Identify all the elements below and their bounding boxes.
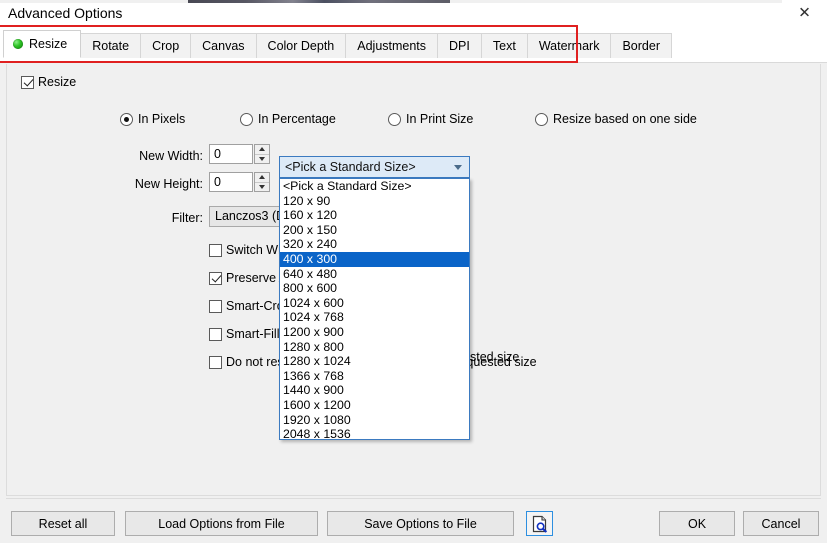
tab-text[interactable]: Text — [480, 33, 528, 58]
filter-label: Filter: — [171, 211, 203, 225]
new-width-label: New Width: — [139, 149, 203, 163]
dropdown-option[interactable]: 1024 x 768 — [280, 310, 469, 325]
tab-dpi[interactable]: DPI — [437, 33, 482, 58]
resize-enable-checkbox[interactable]: Resize — [21, 75, 76, 89]
stepper-up-icon[interactable] — [255, 145, 269, 155]
radio-circle-icon — [388, 112, 401, 126]
radio-in-percentage[interactable]: In Percentage — [240, 112, 336, 126]
page-title: Advanced Options — [8, 5, 123, 21]
standard-size-dropdown-list[interactable]: <Pick a Standard Size> 120 x 90 160 x 120 2… — [279, 178, 470, 440]
ok-button[interactable]: OK — [659, 511, 735, 536]
tab-label: Canvas — [202, 39, 245, 53]
tab-label: Color Depth — [267, 39, 335, 53]
tab-resize[interactable]: Resize — [3, 30, 82, 58]
radio-in-percentage-label: In Percentage — [258, 112, 336, 126]
tab-rotate[interactable]: Rotate — [80, 33, 142, 58]
tab-label: DPI — [449, 39, 470, 53]
new-height-input[interactable]: 0 — [209, 172, 253, 192]
tab-label: Watermark — [538, 39, 600, 53]
radio-in-print-size-label: In Print Size — [406, 112, 474, 126]
cancel-button[interactable]: Cancel — [743, 511, 819, 536]
dropdown-option[interactable]: 1366 x 768 — [280, 369, 469, 384]
dropdown-option[interactable]: 800 x 600 — [280, 281, 469, 296]
radio-in-pixels[interactable]: In Pixels — [120, 112, 185, 126]
close-icon: ✕ — [798, 4, 811, 21]
option-trailing-hint-text: sted size — [470, 350, 520, 364]
dropdown-option[interactable]: 160 x 120 — [280, 208, 469, 223]
green-status-dot-icon — [13, 39, 23, 49]
stepper-up-icon[interactable] — [255, 173, 269, 183]
dropdown-option[interactable]: 1280 x 800 — [280, 340, 469, 355]
standard-size-combobox[interactable]: <Pick a Standard Size> — [279, 156, 470, 178]
tab-strip: Resize Rotate Crop Canvas Color Depth Adjustm… — [0, 25, 827, 63]
dropdown-option[interactable]: 2048 x 1536 — [280, 427, 469, 439]
dropdown-option[interactable]: <Pick a Standard Size> — [280, 179, 469, 194]
dropdown-option[interactable]: 1440 x 900 — [280, 383, 469, 398]
checkbox-box-icon — [209, 299, 222, 313]
footer-divider — [6, 498, 821, 499]
checkbox-box-icon — [209, 271, 222, 285]
radio-in-pixels-label: In Pixels — [138, 112, 186, 126]
checkbox-box-icon — [209, 243, 222, 257]
dropdown-option[interactable]: 1600 x 1200 — [280, 398, 469, 413]
radio-resize-one-side-label: Resize based on one side — [553, 112, 697, 126]
tab-adjustments[interactable]: Adjustments — [345, 33, 439, 58]
tab-label: Rotate — [92, 39, 130, 53]
document-preview-icon — [532, 515, 548, 533]
standard-size-selected-value: <Pick a Standard Size> — [285, 160, 416, 174]
tab-label: Border — [622, 39, 660, 53]
new-width-input[interactable]: 0 — [209, 144, 253, 164]
save-options-to-file-button[interactable]: Save Options to File — [327, 511, 514, 536]
dropdown-option[interactable]: 120 x 90 — [280, 194, 469, 209]
stepper-down-icon[interactable] — [255, 155, 269, 164]
new-width-stepper[interactable] — [254, 144, 270, 164]
reset-all-button[interactable]: Reset all — [11, 511, 115, 536]
checkbox-box-icon — [209, 355, 222, 369]
stepper-down-icon[interactable] — [255, 183, 269, 192]
tab-label: Text — [492, 39, 516, 53]
checkbox-box-icon — [21, 75, 34, 89]
radio-circle-icon — [535, 112, 548, 126]
advanced-options-dialog: Advanced Options ✕ Resize Rotate Crop Canva… — [0, 0, 827, 543]
dropdown-option[interactable]: 1280 x 1024 — [280, 354, 469, 369]
new-height-label: New Height: — [134, 177, 203, 191]
dropdown-option[interactable]: 1024 x 600 — [280, 296, 469, 311]
dropdown-option[interactable]: 1920 x 1080 — [280, 413, 469, 428]
tab-watermark[interactable]: Watermark — [526, 33, 612, 58]
new-height-stepper[interactable] — [254, 172, 270, 192]
load-options-from-file-button[interactable]: Load Options from File — [125, 511, 318, 536]
radio-circle-icon — [240, 112, 253, 126]
radio-circle-icon — [120, 112, 133, 126]
dropdown-option[interactable]: 1200 x 900 — [280, 325, 469, 340]
tab-crop[interactable]: Crop — [140, 33, 192, 58]
tab-canvas[interactable]: Canvas — [190, 33, 257, 58]
tab-color-depth[interactable]: Color Depth — [255, 33, 347, 58]
radio-in-print-size[interactable]: In Print Size — [388, 112, 473, 126]
chevron-down-icon — [454, 165, 462, 170]
dropdown-option[interactable]: 320 x 240 — [280, 237, 469, 252]
dropdown-option[interactable]: 640 x 480 — [280, 267, 469, 282]
close-button[interactable]: ✕ — [782, 0, 827, 25]
tab-border[interactable]: Border — [610, 33, 672, 58]
tab-label: Resize — [29, 37, 68, 51]
tab-strip-underline — [0, 62, 827, 63]
dropdown-option[interactable]: 400 x 300 — [280, 251, 469, 267]
preview-button[interactable] — [526, 511, 553, 536]
tab-label: Crop — [152, 39, 180, 53]
checkbox-box-icon — [209, 327, 222, 341]
tab-label: Adjustments — [357, 39, 427, 53]
title-bar: Advanced Options ✕ — [0, 0, 827, 25]
resize-enable-label: Resize — [38, 75, 77, 89]
radio-resize-based-on-one-side[interactable]: Resize based on one side — [535, 112, 697, 126]
dropdown-option[interactable]: 200 x 150 — [280, 223, 469, 238]
